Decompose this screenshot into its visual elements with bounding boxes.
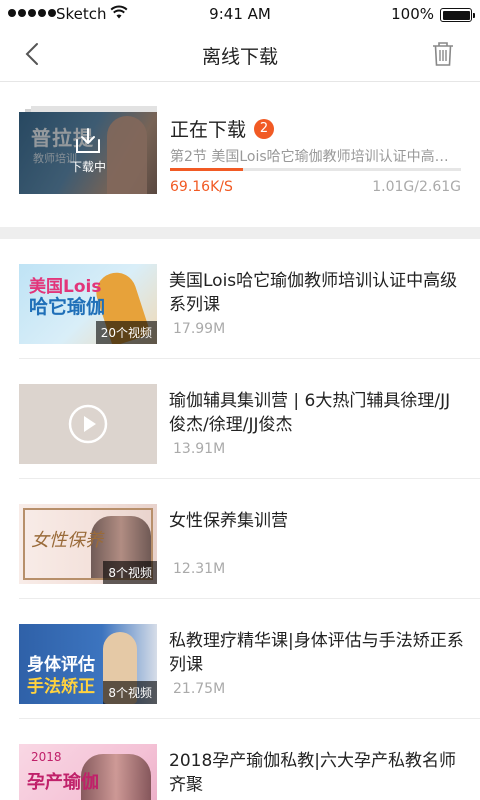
download-progress-bar (170, 168, 461, 171)
thumb-text: 哈它瑜伽 (29, 296, 106, 318)
thumb-text: 手法矫正 (27, 677, 95, 697)
course-size: 13.91M (173, 441, 226, 457)
wifi-icon (110, 4, 128, 24)
signal-icon (8, 9, 56, 17)
course-item[interactable]: 2018 孕产瑜伽 2018孕产瑜伽私教|六大孕产私教名师齐聚 (0, 719, 480, 800)
course-size: 17.99M (173, 321, 226, 337)
thumb-text: 2018 (31, 750, 62, 764)
download-icon (74, 128, 102, 158)
back-button[interactable] (18, 40, 46, 68)
trash-icon (433, 42, 453, 66)
download-count-badge: 2 (254, 118, 275, 139)
course-thumbnail (19, 384, 157, 464)
course-thumbnail: 身体评估 手法矫正 8个视频 (19, 624, 157, 704)
course-item[interactable]: 身体评估 手法矫正 8个视频 私教理疗精华课|身体评估与手法矫正系列课 21.7… (0, 599, 480, 719)
course-title: 瑜伽辅具集训营 | 6大热门辅具徐理/JJ俊杰/徐理/JJ俊杰 (169, 391, 451, 435)
course-title: 女性保养集训营 (169, 511, 288, 531)
thumb-text: 孕产瑜伽 (27, 772, 99, 793)
downloading-item-title: 第2节 美国Lois哈它瑜伽教师培训认证中高级系列课 (170, 149, 462, 165)
course-title: 2018孕产瑜伽私教|六大孕产私教名师齐聚 (169, 751, 456, 795)
status-bar: Sketch 9:41 AM 100% (0, 0, 480, 28)
carrier-label: Sketch (56, 5, 107, 23)
download-speed: 69.16K/S (170, 179, 233, 195)
nav-bar: 离线下载 (0, 28, 480, 82)
course-thumbnail: 美国Lois 哈它瑜伽 20个视频 (19, 264, 157, 344)
downloading-thumbnail: 普拉提 教师培训 下载中 (19, 106, 157, 194)
section-divider (0, 227, 480, 239)
page-title: 离线下载 (201, 46, 278, 68)
video-count-badge: 8个视频 (103, 681, 157, 704)
downloading-title: 正在下载 (170, 119, 247, 141)
video-count-badge: 8个视频 (103, 561, 157, 584)
download-progress-fill (170, 168, 243, 171)
thumb-text: 女性保养 (31, 530, 103, 551)
course-title: 私教理疗精华课|身体评估与手法矫正系列课 (169, 631, 464, 675)
course-thumbnail: 2018 孕产瑜伽 (19, 744, 157, 800)
video-count-badge: 20个视频 (95, 321, 157, 344)
battery-icon (440, 8, 475, 22)
course-item[interactable]: 美国Lois 哈它瑜伽 20个视频 美国Lois哈它瑜伽教师培训认证中高级系列课… (0, 239, 480, 359)
delete-button[interactable] (430, 40, 456, 68)
course-size: 12.31M (173, 561, 226, 577)
play-icon (68, 404, 108, 448)
course-title: 美国Lois哈它瑜伽教师培训认证中高级系列课 (169, 271, 458, 315)
course-size: 21.75M (173, 681, 226, 697)
download-size: 1.01G/2.61G (372, 179, 461, 195)
downloading-section[interactable]: 普拉提 教师培训 下载中 正在下载 2 第2节 美国Lois哈它瑜伽教师培训认证… (0, 82, 480, 227)
course-item[interactable]: 瑜伽辅具集训营 | 6大热门辅具徐理/JJ俊杰/徐理/JJ俊杰 13.91M (0, 359, 480, 479)
course-item[interactable]: 女性保养 8个视频 女性保养集训营 12.31M (0, 479, 480, 599)
course-list: 美国Lois 哈它瑜伽 20个视频 美国Lois哈它瑜伽教师培训认证中高级系列课… (0, 239, 480, 800)
back-icon (25, 43, 38, 65)
course-thumbnail: 女性保养 8个视频 (19, 504, 157, 584)
download-status-label: 下载中 (69, 160, 106, 174)
battery-percent: 100% (391, 5, 434, 23)
